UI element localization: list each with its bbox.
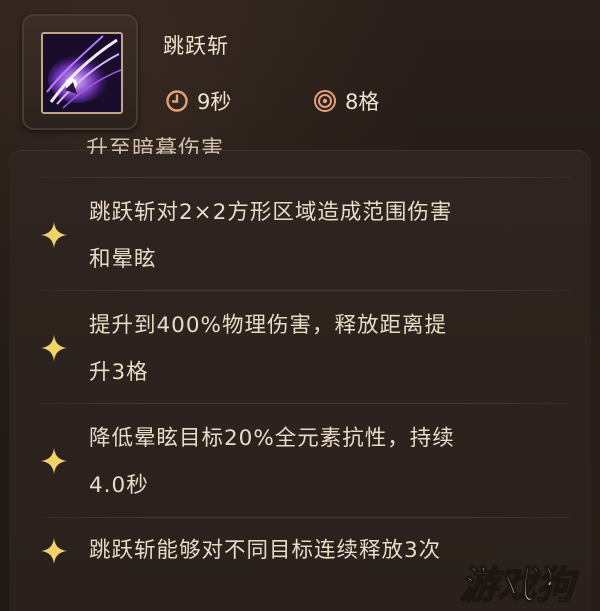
effect-text-3-line2: 4.0秒: [89, 473, 149, 498]
svg-text:游戏狗: 游戏狗: [460, 563, 579, 607]
partial-effect-line: 升至暗暮伤害: [86, 137, 225, 154]
sparkle-star-icon: [41, 335, 67, 361]
effect-text-2-line2: 升3格: [89, 360, 149, 385]
sparkle-star-icon: [41, 222, 67, 248]
range-value: 8格: [345, 90, 380, 114]
purple-slash-skill-icon: [41, 32, 123, 114]
watermark-logo: 游戏狗: [459, 562, 580, 608]
divider: [40, 177, 570, 178]
cooldown-value: 9秒: [197, 90, 232, 114]
effect-row-3: 降低晕眩目标20%全元素抗性，持续 4.0秒: [40, 413, 560, 513]
divider: [40, 403, 570, 404]
effect-row-2: 提升到400%物理伤害，释放距离提 升3格: [40, 300, 560, 400]
skill-icon-frame[interactable]: [22, 14, 138, 130]
effect-text-2-line1: 提升到400%物理伤害，释放距离提: [89, 313, 447, 338]
sparkle-star-icon: [41, 448, 67, 474]
target-icon: [314, 90, 336, 112]
effect-text-1-line1: 跳跃斩对2×2方形区域造成范围伤害: [89, 200, 453, 225]
effect-text-3-line1: 降低晕眩目标20%全元素抗性，持续: [89, 426, 455, 451]
cooldown-stat: 9秒: [165, 86, 231, 116]
effect-row-1: 跳跃斩对2×2方形区域造成范围伤害 和晕眩: [40, 188, 560, 288]
clock-icon: [166, 90, 188, 112]
sparkle-star-icon: [41, 538, 67, 564]
skill-name: 跳跃斩: [163, 34, 229, 58]
range-stat: 8格: [313, 86, 379, 116]
skill-header: 跳跃斩 9秒 8格: [0, 0, 600, 145]
divider: [40, 290, 570, 291]
effect-text-1-line2: 和晕眩: [89, 247, 157, 272]
divider: [40, 517, 570, 518]
